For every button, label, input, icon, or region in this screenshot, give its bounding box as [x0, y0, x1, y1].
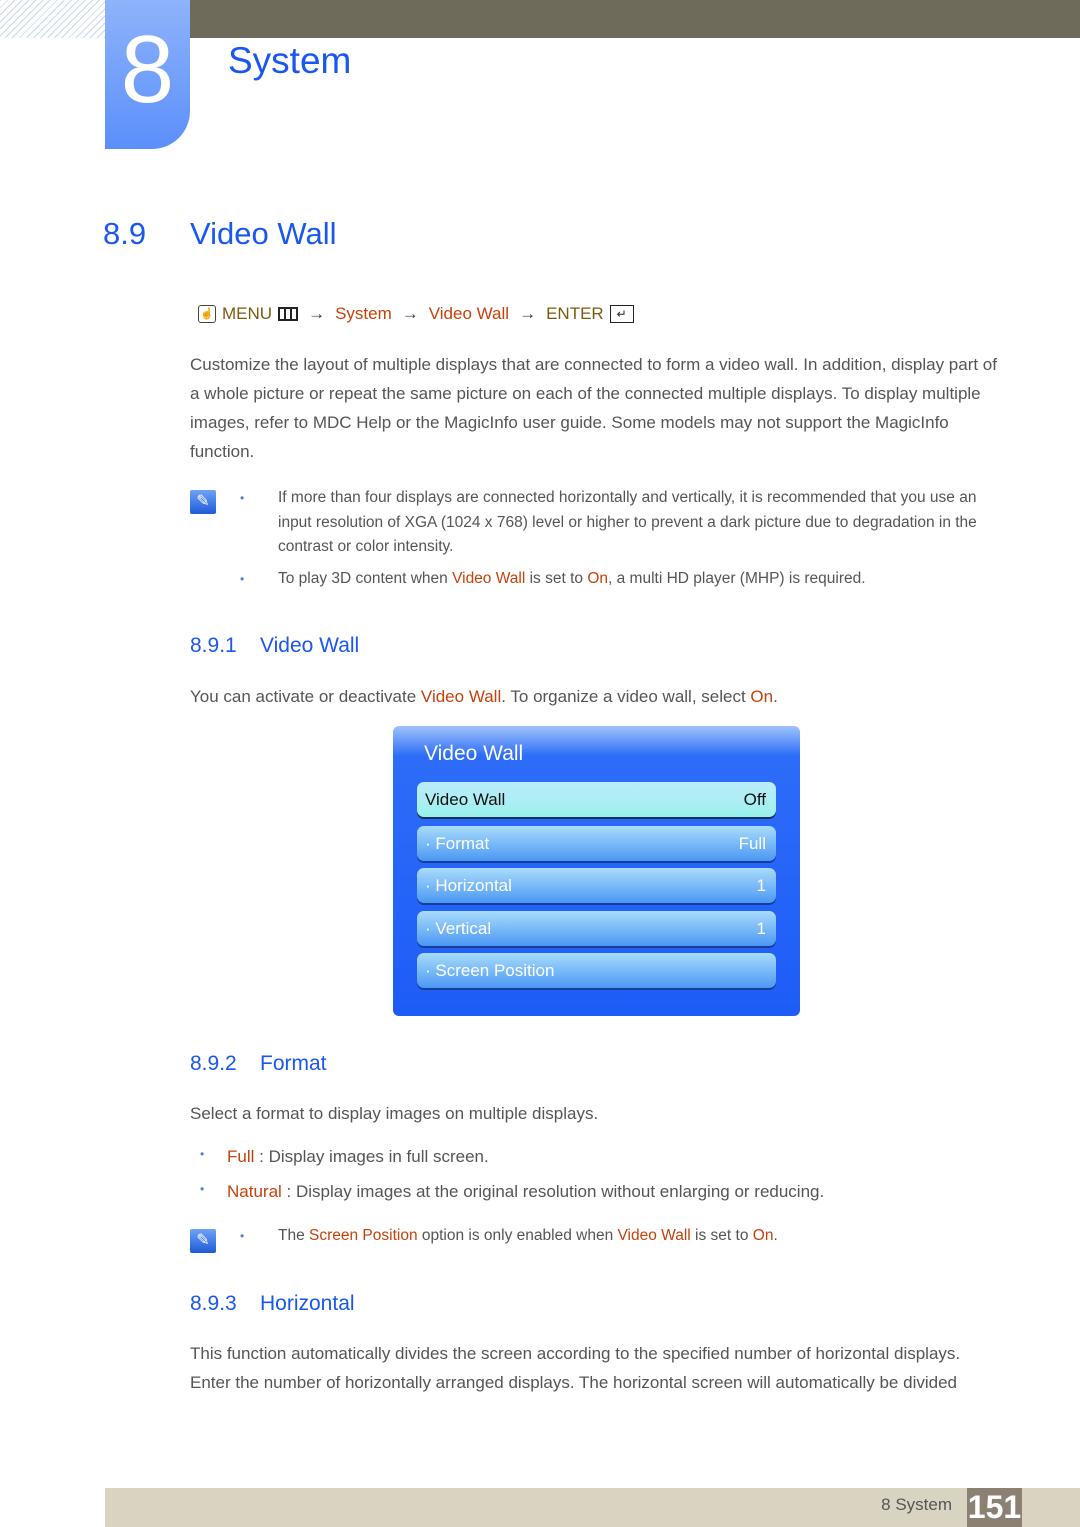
chapter-number-badge: 8 — [105, 0, 190, 149]
page-number: 151 — [967, 1488, 1022, 1527]
option-item: • Natural : Display images at the origin… — [200, 1182, 825, 1201]
note-icon: ✎ — [190, 490, 216, 514]
section-title: 8.9 Video Wall — [103, 216, 336, 252]
hand-remote-icon: ☝ — [198, 305, 216, 323]
subsection-title: 8.9.1 Video Wall — [190, 634, 360, 657]
osd-item-format[interactable]: · Format Full — [417, 826, 776, 861]
section-number: 8.9 — [103, 216, 147, 251]
section-title-text: Video Wall — [190, 216, 337, 251]
osd-item-video-wall[interactable]: Video Wall Off — [417, 782, 776, 817]
bullet-icon: • — [200, 1182, 205, 1196]
note-icon: ✎ — [190, 1229, 216, 1253]
subsection-text: Select a format to display images on mul… — [190, 1104, 599, 1123]
enter-icon: ↵ — [609, 305, 634, 323]
arrow-icon: → — [519, 304, 537, 323]
subsection-title: 8.9.2 Format — [190, 1052, 327, 1075]
intro-paragraph: Customize the layout of multiple display… — [190, 355, 997, 461]
bullet-icon: • — [200, 1147, 205, 1161]
path-system: System — [335, 304, 392, 323]
subsection-text: This function automatically divides the … — [190, 1344, 961, 1392]
note-text: If more than four displays are connected… — [278, 489, 977, 555]
subsection-text: You can activate or deactivate Video Wal… — [190, 687, 778, 706]
page-footer: 8 System 151 — [105, 1488, 1080, 1527]
note-text: To play 3D content when Video Wall is se… — [278, 570, 866, 587]
chapter-title: System — [228, 40, 352, 81]
option-item: • Full : Display images in full screen. — [200, 1147, 489, 1166]
arrow-icon: → — [401, 304, 419, 323]
note-item: • The Screen Position option is only ena… — [240, 1224, 1010, 1249]
osd-item-vertical[interactable]: · Vertical 1 — [417, 911, 776, 946]
decorative-hatch — [0, 0, 105, 38]
path-video-wall: Video Wall — [428, 304, 510, 323]
bullet-icon: • — [240, 572, 245, 586]
osd-item-horizontal[interactable]: · Horizontal 1 — [417, 868, 776, 903]
osd-menu: Video Wall Video Wall Off · Format Full · … — [393, 726, 800, 1016]
menu-label: MENU — [222, 304, 273, 323]
note-item: • To play 3D content when Video Wall is … — [240, 567, 1010, 592]
arrow-icon: → — [308, 304, 326, 323]
menu-path: ☝ MENU → System → Video Wall → ENTER ↵ — [198, 304, 634, 324]
menu-grid-icon — [278, 307, 299, 321]
top-bar — [190, 0, 1080, 38]
note-item: • If more than four displays are connect… — [240, 486, 1010, 560]
footer-chapter-label: 8 System — [881, 1495, 952, 1514]
osd-item-screen-position[interactable]: · Screen Position — [417, 953, 776, 988]
bullet-icon: • — [240, 491, 245, 505]
osd-title: Video Wall — [424, 742, 524, 765]
enter-label: ENTER — [546, 304, 604, 323]
bullet-icon: • — [240, 1229, 245, 1243]
subsection-title: 8.9.3 Horizontal — [190, 1292, 355, 1315]
